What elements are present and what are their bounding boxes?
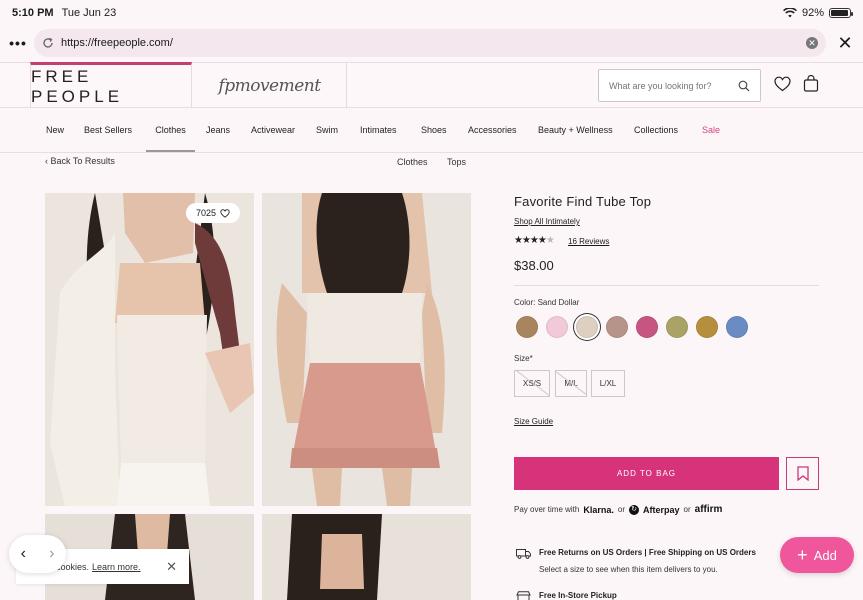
product-photo-front — [45, 193, 254, 506]
size-option-l-xl[interactable]: L/XL — [591, 370, 625, 397]
afterpay-logo[interactable]: Afterpay — [643, 505, 680, 515]
battery-icon — [829, 8, 853, 18]
pay-later-or-1: or — [617, 505, 625, 514]
nav-item-beauty-wellness[interactable]: Beauty + Wellness — [538, 108, 613, 152]
clear-url-icon[interactable]: ✕ — [806, 37, 818, 49]
reviews-link[interactable]: 16 Reviews — [568, 237, 609, 246]
rating-stars-empty: ★ — [545, 235, 555, 246]
nav-item-best-sellers[interactable]: Best Sellers — [84, 108, 132, 152]
shop-all-link[interactable]: Shop All Intimately — [514, 217, 580, 226]
battery-percent: 92% — [801, 7, 824, 19]
color-swatch[interactable] — [636, 316, 658, 338]
color-swatch[interactable] — [606, 316, 628, 338]
reload-icon[interactable] — [42, 37, 54, 49]
wishlist-heart-icon[interactable] — [774, 76, 791, 92]
size-option-xs-s[interactable]: XS/S — [514, 370, 550, 397]
cookie-learn-more-link[interactable]: Learn more. — [92, 562, 141, 572]
category-nav: New Best Sellers Clothes Jeans Activewea… — [0, 108, 863, 153]
truck-icon — [516, 549, 531, 559]
battery-fill — [831, 10, 848, 16]
nav-item-new[interactable]: New — [46, 108, 64, 152]
nav-item-activewear[interactable]: Activewear — [251, 108, 295, 152]
afterpay-icon: ↻ — [629, 504, 639, 515]
nav-item-sale[interactable]: Sale — [702, 108, 720, 152]
url-text[interactable]: https://freepeople.com/ — [61, 37, 806, 49]
nav-item-collections[interactable]: Collections — [634, 108, 678, 152]
rating-stars: ★★★★★ — [514, 235, 555, 246]
address-bar[interactable]: https://freepeople.com/ ✕ — [34, 29, 826, 57]
chevron-right-icon[interactable]: › — [49, 545, 54, 563]
pay-later-text: Pay over time with — [514, 505, 580, 514]
search-input[interactable] — [609, 80, 738, 91]
product-price: $38.00 — [514, 258, 554, 273]
save-to-wishlist-button[interactable] — [786, 457, 819, 490]
nav-item-accessories[interactable]: Accessories — [468, 108, 517, 152]
shopping-bag-icon[interactable] — [803, 75, 819, 92]
color-swatch[interactable] — [726, 316, 748, 338]
size-option-m-l[interactable]: M/L — [555, 370, 587, 397]
wifi-icon — [783, 8, 797, 18]
add-button-label: Add — [813, 547, 837, 563]
color-swatch[interactable] — [696, 316, 718, 338]
status-right: 92% — [783, 7, 853, 19]
more-options-icon[interactable]: ••• — [4, 35, 32, 51]
pay-later-or-2: or — [683, 505, 691, 514]
nav-item-intimates[interactable]: Intimates — [360, 108, 397, 152]
free-people-logo[interactable]: FREE PEOPLE — [30, 62, 192, 108]
color-swatch[interactable] — [516, 316, 538, 338]
search-icon[interactable] — [738, 80, 750, 92]
pay-later-options: Pay over time with Klarna. or ↻ Afterpay… — [514, 504, 722, 515]
color-swatch[interactable] — [546, 316, 568, 338]
status-date: Tue Jun 23 — [61, 7, 117, 19]
shipping-subtitle: Select a size to see when this item deli… — [539, 565, 718, 574]
color-swatch[interactable] — [576, 316, 598, 338]
nav-item-clothes[interactable]: Clothes — [146, 108, 195, 152]
bookmark-icon — [796, 466, 809, 481]
rating-stars-filled: ★★★★ — [514, 235, 547, 246]
add-button[interactable]: + Add — [780, 537, 854, 573]
plus-icon: + — [797, 545, 808, 565]
close-icon[interactable]: ✕ — [830, 33, 860, 54]
shipping-title: Free Returns on US Orders | Free Shippin… — [539, 548, 756, 557]
status-time: 5:10 PM — [12, 7, 54, 19]
chevron-left-icon[interactable]: ‹ — [21, 545, 26, 563]
color-swatch[interactable] — [666, 316, 688, 338]
color-label: Color: Sand Dollar — [514, 298, 580, 307]
divider — [514, 285, 819, 286]
shipping-info: Free Returns on US Orders | Free Shippin… — [516, 548, 756, 574]
product-image-back[interactable] — [262, 193, 471, 506]
pickup-info: Free In-Store Pickup — [516, 591, 617, 600]
heart-icon — [220, 208, 230, 218]
browser-nav-arrows: ‹ › — [9, 535, 66, 573]
status-bar: 5:10 PM Tue Jun 23 92% — [0, 0, 863, 26]
breadcrumb-tops[interactable]: Tops — [447, 157, 466, 167]
product-image-front[interactable]: 7025 — [45, 193, 254, 506]
search-box[interactable] — [598, 69, 761, 102]
fp-movement-logo[interactable]: fpmovement — [193, 63, 347, 108]
size-label: Size* — [514, 354, 533, 363]
fp-movement-logo-text: fpmovement — [218, 75, 321, 96]
close-icon[interactable]: ✕ — [166, 559, 177, 575]
nav-item-shoes[interactable]: Shoes — [421, 108, 447, 152]
klarna-logo[interactable]: Klarna. — [583, 505, 614, 515]
product-image-detail-2[interactable] — [262, 514, 471, 600]
browser-bar: ••• https://freepeople.com/ ✕ ✕ — [0, 28, 863, 58]
back-to-results-label: Back To Results — [50, 156, 115, 166]
back-to-results-link[interactable]: ‹ Back To Results — [45, 156, 115, 166]
store-icon — [516, 591, 531, 600]
nav-item-swim[interactable]: Swim — [316, 108, 338, 152]
site-header: FREE PEOPLE fpmovement — [0, 62, 863, 108]
size-guide-link[interactable]: Size Guide — [514, 417, 553, 426]
wishlist-count: 7025 — [196, 208, 217, 218]
product-title: Favorite Find Tube Top — [514, 194, 652, 209]
pickup-title[interactable]: Free In-Store Pickup — [539, 591, 617, 600]
breadcrumb-clothes[interactable]: Clothes — [397, 157, 428, 167]
product-photo-detail-2 — [262, 514, 471, 600]
nav-item-jeans[interactable]: Jeans — [206, 108, 230, 152]
add-to-bag-button[interactable]: ADD TO BAG — [514, 457, 779, 490]
wishlist-count-pill[interactable]: 7025 — [186, 203, 241, 223]
product-photo-back — [262, 193, 471, 506]
affirm-logo[interactable]: affirm — [695, 504, 723, 515]
